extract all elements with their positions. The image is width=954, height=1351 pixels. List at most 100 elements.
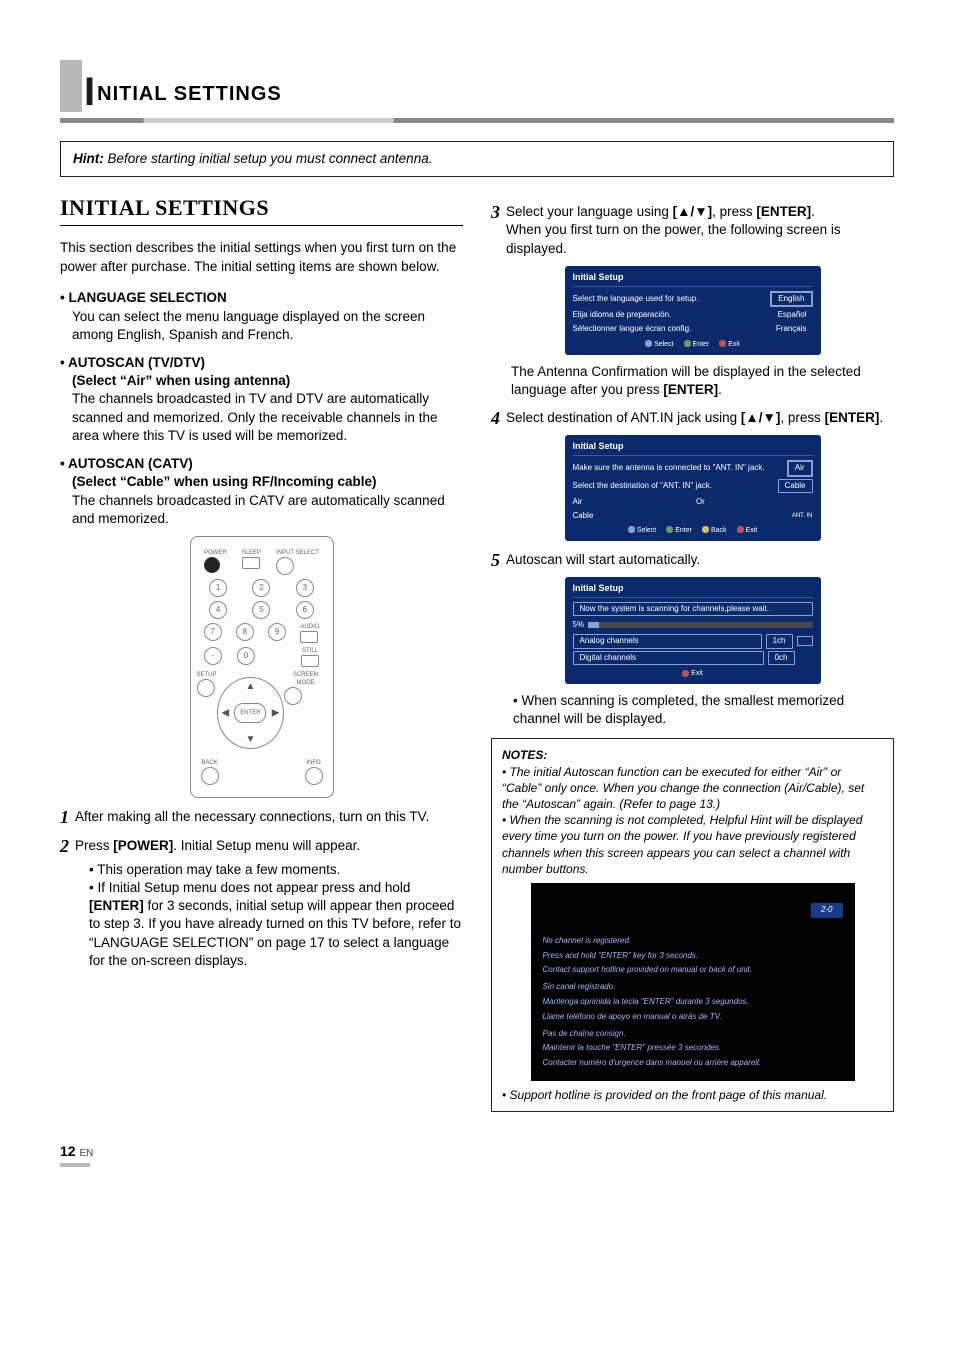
step-4: 4 Select destination of ANT.IN jack usin… bbox=[491, 409, 894, 427]
step-1-num: 1 bbox=[60, 808, 69, 826]
screen-label: SCREEN MODE bbox=[284, 671, 326, 687]
step-1: 1 After making all the necessary connect… bbox=[60, 808, 463, 826]
sleep-label: SLEEP bbox=[242, 549, 261, 557]
back-label: BACK bbox=[201, 759, 219, 767]
page-number: 12 EN bbox=[60, 1142, 894, 1167]
osd-select: Select bbox=[645, 340, 673, 349]
step-5-num: 5 bbox=[491, 551, 500, 569]
back-button-icon bbox=[201, 767, 219, 785]
right-column: 3 Select your language using [▲/▼], pres… bbox=[491, 193, 894, 1112]
still-button-icon bbox=[301, 655, 319, 667]
num-7: 7 bbox=[204, 623, 222, 641]
step-2-num: 2 bbox=[60, 837, 69, 977]
setup-label: SETUP bbox=[197, 671, 217, 679]
option-air: Air bbox=[787, 460, 813, 476]
note-2: When the scanning is not completed, Help… bbox=[502, 813, 862, 876]
progress-bar bbox=[588, 622, 599, 628]
step-5-text: Autoscan will start automatically. bbox=[506, 551, 700, 569]
note-3: Support hotline is provided on the front… bbox=[510, 1088, 828, 1102]
power-button-icon bbox=[204, 557, 220, 573]
option-cable: Cable bbox=[778, 479, 813, 493]
sleep-button-icon bbox=[242, 557, 260, 569]
lang-sel-head: • LANGUAGE SELECTION bbox=[60, 289, 463, 307]
autoscan-tv-head: • AUTOSCAN (TV/DTV) bbox=[60, 354, 463, 372]
step-2: 2 Press [POWER]. Initial Setup menu will… bbox=[60, 837, 463, 977]
num-0: 0 bbox=[237, 647, 255, 665]
option-spanish: Español bbox=[772, 309, 813, 321]
autoscan-catv-body: The channels broadcasted in CATV are aut… bbox=[72, 492, 463, 528]
autoscan-catv-sub: (Select “Cable” when using RF/Incoming c… bbox=[72, 473, 463, 491]
autoscan-tv-body: The channels broadcasted in TV and DTV a… bbox=[72, 390, 463, 445]
num-4: 4 bbox=[209, 601, 227, 619]
still-label: STILL bbox=[301, 647, 319, 655]
arrow-right-icon: ▶ bbox=[272, 707, 280, 721]
num-dash: - bbox=[204, 647, 222, 665]
note-1: The initial Autoscan function can be exe… bbox=[502, 765, 864, 811]
step-1-text: After making all the necessary connectio… bbox=[75, 808, 429, 826]
osd-language: Initial Setup Select the language used f… bbox=[565, 266, 821, 355]
title-text: NITIAL SETTINGS bbox=[97, 81, 282, 112]
step-3-after: The Antenna Confirmation will be display… bbox=[511, 363, 894, 399]
scan-done: When scanning is completed, the smallest… bbox=[513, 692, 894, 728]
osd-helpful-hint: 2-0 No channel is registered. Press and … bbox=[531, 883, 855, 1081]
setup-button-icon bbox=[197, 679, 215, 697]
option-french: Français bbox=[770, 323, 813, 335]
step-3-num: 3 bbox=[491, 203, 500, 258]
num-8: 8 bbox=[236, 623, 254, 641]
screen-button-icon bbox=[284, 687, 302, 705]
section-title: I NITIAL SETTINGS bbox=[60, 60, 894, 112]
section-heading: INITIAL SETTINGS bbox=[60, 193, 463, 226]
page-num-accent bbox=[60, 1163, 90, 1167]
notes-box: NOTES: • The initial Autoscan function c… bbox=[491, 738, 894, 1112]
dpad: ▲ ▼ ◀ ▶ ENTER bbox=[217, 677, 285, 749]
left-column: INITIAL SETTINGS This section describes … bbox=[60, 193, 463, 1112]
step-2-bullet-1: This operation may take a few moments. bbox=[89, 861, 463, 879]
scan-pct: 5% bbox=[573, 620, 585, 630]
osd-exit: Exit bbox=[719, 340, 740, 349]
step-2-a: Press bbox=[75, 838, 113, 853]
intro-text: This section describes the initial setti… bbox=[60, 239, 463, 275]
num-5: 5 bbox=[252, 601, 270, 619]
audio-label: AUDIO bbox=[300, 623, 319, 631]
lang-sel-body: You can select the menu language display… bbox=[72, 308, 463, 344]
info-label: INFO bbox=[305, 759, 323, 767]
step-3-desc: When you first turn on the power, the fo… bbox=[506, 222, 841, 255]
autoscan-tv-sub: (Select “Air” when using antenna) bbox=[72, 372, 463, 390]
step-2-bullet-2: If Initial Setup menu does not appear pr… bbox=[89, 879, 463, 970]
audio-button-icon bbox=[300, 631, 318, 643]
info-button-icon bbox=[305, 767, 323, 785]
osd-title: Initial Setup bbox=[573, 272, 813, 287]
osd-enter: Enter bbox=[684, 340, 710, 349]
notes-head: NOTES: bbox=[502, 747, 883, 763]
title-initial: I bbox=[84, 72, 95, 112]
step-3: 3 Select your language using [▲/▼], pres… bbox=[491, 203, 894, 258]
title-underline bbox=[60, 118, 894, 123]
arrow-up-icon: ▲ bbox=[246, 680, 256, 694]
step-5: 5 Autoscan will start automatically. bbox=[491, 551, 894, 569]
osd-autoscan: Initial Setup Now the system is scanning… bbox=[565, 577, 821, 684]
remote-illustration: POWER SLEEP INPUT SELECT 1 2 3 4 5 6 789 bbox=[190, 536, 334, 798]
arrow-down-icon: ▼ bbox=[246, 733, 256, 747]
num-2: 2 bbox=[252, 579, 270, 597]
hint-box: Hint: Before starting initial setup you … bbox=[60, 141, 894, 177]
input-label: INPUT SELECT bbox=[276, 549, 319, 557]
step-4-num: 4 bbox=[491, 409, 500, 427]
arrow-left-icon: ◀ bbox=[222, 707, 230, 721]
step-2-b: . Initial Setup menu will appear. bbox=[173, 838, 360, 853]
num-6: 6 bbox=[296, 601, 314, 619]
enter-button-icon: ENTER bbox=[234, 703, 266, 723]
osd-antenna: Initial Setup Make sure the antenna is c… bbox=[565, 435, 821, 540]
title-accent bbox=[60, 60, 82, 112]
tv-icon bbox=[797, 636, 813, 646]
autoscan-catv-head: • AUTOSCAN (CATV) bbox=[60, 455, 463, 473]
channel-badge: 2-0 bbox=[811, 903, 843, 918]
hint-label: Hint: bbox=[73, 151, 104, 166]
option-english: English bbox=[770, 291, 812, 307]
num-9: 9 bbox=[268, 623, 286, 641]
num-1: 1 bbox=[209, 579, 227, 597]
input-button-icon bbox=[276, 557, 294, 575]
step-2-power: [POWER] bbox=[113, 838, 173, 853]
hint-text: Before starting initial setup you must c… bbox=[108, 151, 433, 166]
num-3: 3 bbox=[296, 579, 314, 597]
power-label: POWER bbox=[204, 549, 227, 557]
